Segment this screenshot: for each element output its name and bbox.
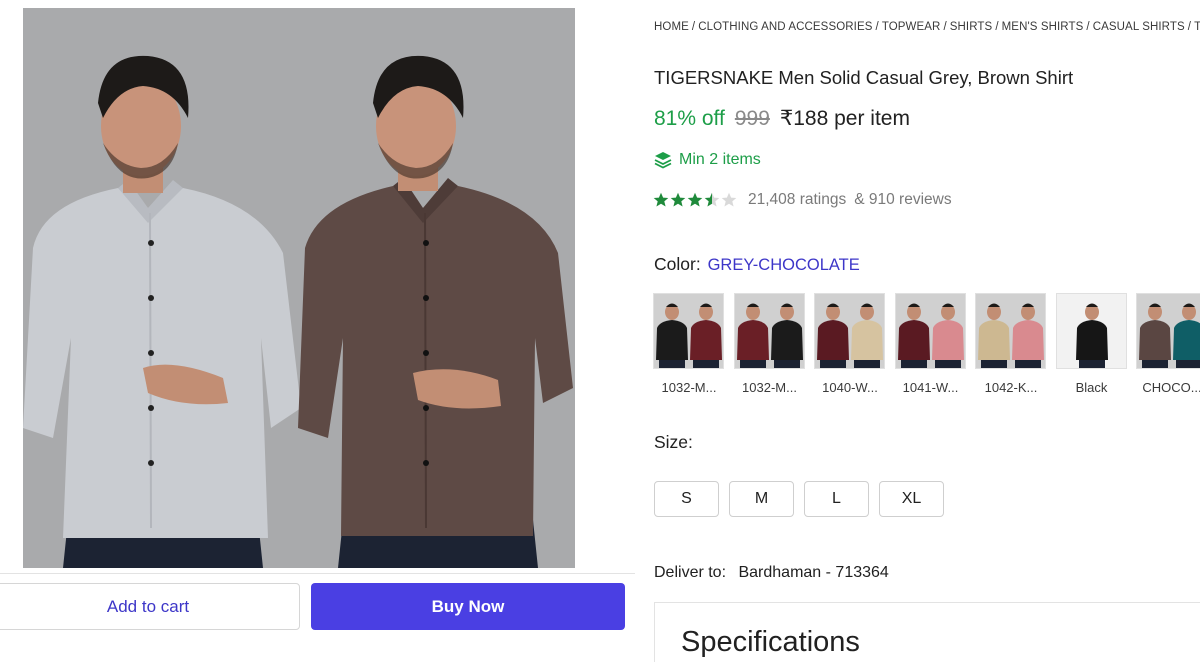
color-selector-label: Color: GREY-CHOCOLATE: [654, 254, 860, 275]
star-icon: [704, 192, 720, 207]
breadcrumb-clothing[interactable]: CLOTHING AND ACCESSORIES: [698, 21, 872, 33]
star-icon: [687, 192, 703, 207]
color-label: Color:: [654, 254, 701, 274]
swatch-thumbnail: [975, 293, 1046, 369]
reviews-count: & 910 reviews: [854, 191, 952, 208]
add-to-cart-button[interactable]: Add to cart: [0, 583, 300, 630]
color-swatch[interactable]: 1032-M...: [733, 293, 806, 395]
specifications-title[interactable]: Specifications: [681, 626, 860, 659]
original-price: 999: [734, 107, 770, 130]
selling-price: ₹188 per item: [779, 107, 910, 130]
breadcrumb-home[interactable]: HOME: [654, 21, 689, 33]
size-option-m[interactable]: M: [729, 481, 794, 517]
color-swatch[interactable]: 1042-K...: [975, 293, 1047, 395]
buy-now-button[interactable]: Buy Now: [311, 583, 625, 630]
color-swatch-list: 1032-M... 1032-M... 1040-W... 1041-W... 1042…: [653, 293, 1200, 403]
swatch-thumbnail: [733, 293, 805, 369]
swatch-caption: 1042-K...: [984, 380, 1038, 395]
discount-percent: 81% off: [654, 107, 725, 130]
breadcrumb-mens-shirts[interactable]: MEN'S SHIRTS: [1002, 21, 1084, 33]
star-icon: [721, 192, 737, 207]
swatch-caption: 1032-M...: [742, 380, 797, 395]
swatch-caption: Black: [1075, 380, 1108, 395]
breadcrumb-truncated[interactable]: T: [1194, 21, 1200, 33]
star-icon: [670, 192, 686, 207]
swatch-thumbnail: [1136, 293, 1200, 369]
breadcrumb-casual-shirts[interactable]: CASUAL SHIRTS: [1093, 21, 1185, 33]
color-swatch[interactable]: 1041-W...: [894, 293, 967, 395]
selected-color: GREY-CHOCOLATE: [707, 256, 860, 274]
size-option-s[interactable]: S: [654, 481, 719, 517]
product-title: TIGERSNAKE Men Solid Casual Grey, Brown …: [654, 67, 1074, 88]
swatch-caption: CHOCO...: [1142, 380, 1200, 395]
star-icon: [653, 192, 669, 207]
size-label: Size:: [654, 432, 693, 452]
ratings-count: 21,408 ratings: [748, 191, 847, 208]
swatch-thumbnail: [814, 293, 885, 369]
delivery-info[interactable]: Deliver to: Bardhaman - 713364: [654, 564, 889, 582]
min-items-badge: Min 2 items: [654, 151, 761, 169]
color-swatch[interactable]: 1040-W...: [814, 293, 886, 395]
min-items-text: Min 2 items: [679, 151, 761, 168]
breadcrumb-topwear[interactable]: TOPWEAR: [882, 21, 941, 33]
swatch-caption: 1032-M...: [661, 380, 717, 395]
size-option-l[interactable]: L: [804, 481, 869, 517]
swatch-thumbnail: [894, 293, 966, 369]
swatch-thumbnail: [1055, 293, 1127, 369]
layers-icon: [654, 152, 672, 169]
color-swatch[interactable]: Black: [1055, 293, 1128, 395]
color-swatch[interactable]: 1032-M...: [653, 293, 725, 395]
price-row: 81% off 999 ₹188 per item: [654, 106, 910, 131]
star-rating: [653, 192, 738, 208]
breadcrumb-shirts[interactable]: SHIRTS: [950, 21, 993, 33]
deliver-label: Deliver to:: [654, 564, 727, 581]
divider: [0, 573, 635, 574]
rating-row[interactable]: 21,408 ratings & 910 reviews: [653, 191, 952, 209]
color-swatch[interactable]: CHOCO...: [1136, 293, 1200, 395]
size-option-xl[interactable]: XL: [879, 481, 944, 517]
breadcrumb: HOME / CLOTHING AND ACCESSORIES / TOPWEAR / SH…: [654, 21, 1200, 33]
swatch-caption: 1041-W...: [902, 380, 959, 395]
swatch-caption: 1040-W...: [822, 380, 878, 395]
delivery-location[interactable]: Bardhaman - 713364: [738, 564, 888, 581]
swatch-thumbnail: [653, 293, 724, 369]
product-image[interactable]: [23, 8, 575, 568]
